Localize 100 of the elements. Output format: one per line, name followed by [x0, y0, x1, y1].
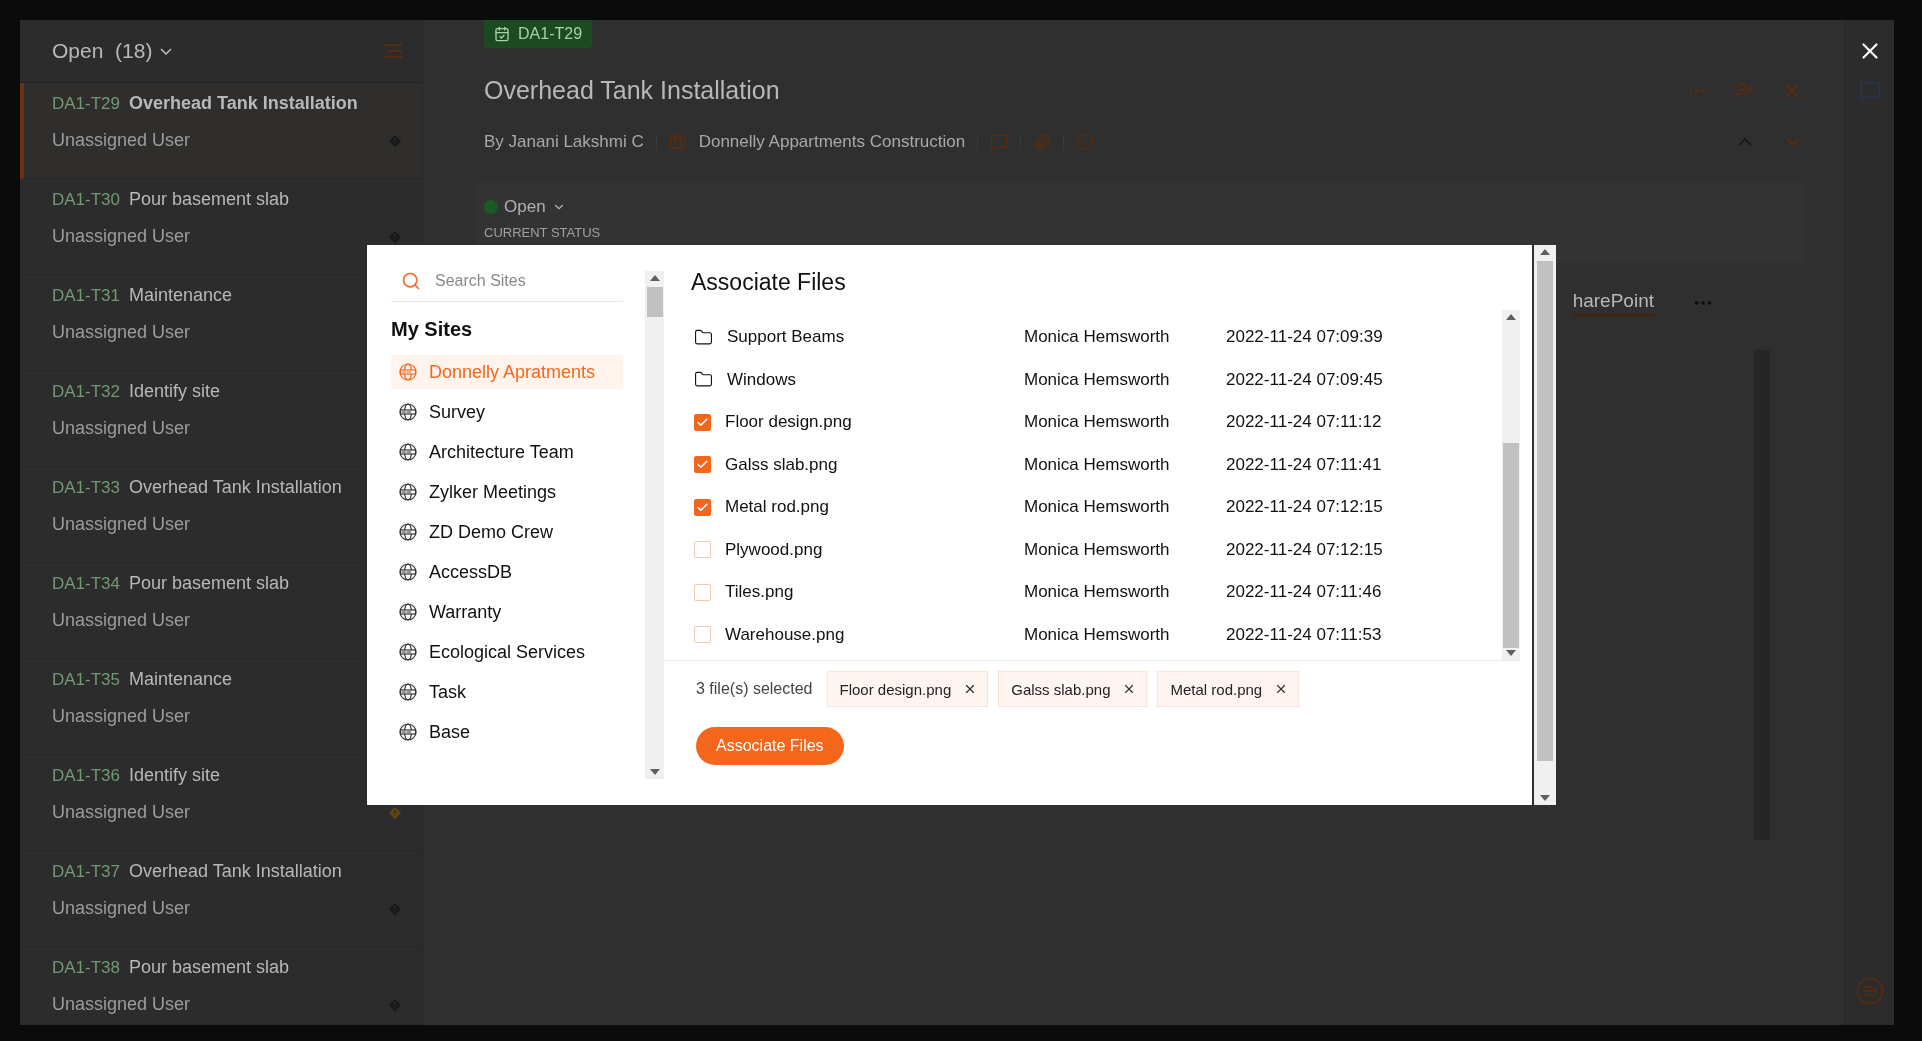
checkbox[interactable] [694, 541, 711, 559]
chevron-down-icon [160, 47, 173, 55]
chat-icon[interactable] [1858, 80, 1881, 102]
task-title: Identify site [129, 765, 221, 786]
calendar-check-icon [494, 26, 510, 42]
file-row[interactable]: Metal rod.png Monica Hemsworth 2022-11-24 07:12:15 [694, 486, 1502, 529]
globe-icon [399, 443, 417, 461]
file-date: 2022-11-24 07:12:15 [1226, 497, 1383, 518]
checkbox[interactable] [694, 498, 711, 516]
task-assignee: Unassigned User [52, 610, 191, 631]
file-owner: Monica Hemsworth [1024, 454, 1171, 475]
file-owner: Monica Hemsworth [1024, 369, 1171, 390]
attachment-icon[interactable] [1033, 133, 1052, 151]
task-title: Overhead Tank Installation [129, 861, 342, 882]
file-owner: Monica Hemsworth [1024, 497, 1171, 518]
status-dropdown[interactable]: Open [484, 197, 1796, 217]
checkbox[interactable] [694, 583, 711, 601]
globe-icon [399, 363, 417, 381]
tab[interactable]: harePoint [1572, 290, 1654, 316]
file-date: 2022-11-24 07:11:53 [1226, 624, 1382, 645]
chip-label: Galss slab.png [1011, 680, 1111, 698]
globe-icon [399, 523, 417, 541]
file-owner: Monica Hemsworth [1024, 412, 1171, 433]
task-id: DA1-T36 [52, 766, 121, 786]
file-row[interactable]: Floor design.png Monica Hemsworth 2022-11-24 07:11:12 [694, 401, 1502, 444]
task-assignee: Unassigned User [52, 130, 191, 151]
globe-icon [399, 683, 417, 701]
status-label: CURRENT STATUS [484, 225, 602, 240]
scrollbar[interactable] [1534, 245, 1556, 805]
task-assignee: Unassigned User [52, 994, 191, 1015]
file-date: 2022-11-24 07:11:46 [1226, 582, 1382, 603]
task-title: Maintenance [129, 669, 233, 690]
file-date: 2022-11-24 07:12:15 [1226, 539, 1383, 560]
file-owner: Monica Hemsworth [1024, 624, 1171, 645]
project-name[interactable]: Donnelly Appartments Construction [698, 132, 966, 152]
task-title: Maintenance [129, 285, 233, 306]
file-date: 2022-11-24 07:11:41 [1226, 454, 1382, 475]
checkbox[interactable] [694, 626, 711, 644]
task-id: DA1-T31 [52, 286, 121, 306]
file-name: Metal rod.png [725, 497, 829, 518]
file-name: Floor design.png [725, 412, 852, 433]
globe-icon [399, 563, 417, 581]
task-assignee: Unassigned User [52, 514, 191, 535]
file-name: Galss slab.png [725, 454, 838, 475]
task-author: By Janani Lakshmi C [484, 132, 644, 152]
task-title: Pour basement slab [129, 189, 290, 210]
search-icon [401, 271, 421, 291]
info-icon[interactable] [1076, 133, 1095, 151]
globe-icon [399, 643, 417, 661]
task-assignee: Unassigned User [52, 418, 191, 439]
globe-icon [399, 403, 417, 421]
file-name: Warehouse.png [725, 624, 845, 645]
file-name: Tiles.png [725, 582, 794, 603]
check-icon [696, 500, 709, 514]
chip-label: Floor design.png [839, 680, 952, 698]
check-icon [696, 415, 709, 429]
dialog-title: Associate Files [691, 269, 847, 296]
task-id: DA1-T32 [52, 382, 121, 402]
globe-icon [399, 723, 417, 741]
task-assignee: Unassigned User [52, 322, 191, 343]
scrollbar[interactable] [645, 271, 664, 779]
selection-count: 3 file(s) selected [696, 680, 813, 698]
file-name: Support Beams [727, 327, 845, 348]
file-row[interactable]: Support Beams Monica Hemsworth 2022-11-24 07:09:39 [694, 316, 1502, 359]
task-assignee: Unassigned User [52, 226, 191, 247]
scrollbar[interactable] [1502, 310, 1520, 660]
task-title: Overhead Tank Installation [129, 93, 358, 114]
globe-icon [399, 603, 417, 621]
task-id: DA1-T34 [52, 574, 121, 594]
task-id: DA1-T29 [52, 94, 121, 114]
file-row[interactable]: Warehouse.png Monica Hemsworth 2022-11-24 07:11:53 [694, 613, 1502, 656]
file-row[interactable]: Tiles.png Monica Hemsworth 2022-11-24 07:11:46 [694, 571, 1502, 614]
file-row[interactable]: Plywood.png Monica Hemsworth 2022-11-24 07:12:15 [694, 528, 1502, 571]
list-icon[interactable] [1855, 977, 1884, 1005]
task-title: Identify site [129, 381, 221, 402]
comment-icon[interactable] [990, 133, 1009, 151]
file-name: Plywood.png [725, 539, 823, 560]
file-date: 2022-11-24 07:09:39 [1226, 327, 1383, 348]
user-add-icon[interactable] [1734, 80, 1754, 101]
task-item[interactable]: DA1-T37 Overhead Tank Installation Unassigned User [20, 851, 422, 947]
task-item[interactable]: DA1-T38 Pour basement slab Unassigned User [20, 947, 422, 1025]
file-date: 2022-11-24 07:09:45 [1226, 369, 1383, 390]
task-item[interactable]: DA1-T29 Overhead Tank Installation Unassigned User [20, 83, 422, 179]
list-filter[interactable]: Open (18) [52, 39, 173, 63]
file-row[interactable]: Galss slab.png Monica Hemsworth 2022-11-24 07:11:41 [694, 443, 1502, 486]
checkbox[interactable] [694, 456, 711, 474]
checkbox[interactable] [694, 413, 711, 431]
task-assignee: Unassigned User [52, 802, 191, 823]
task-id: DA1-T37 [52, 862, 121, 882]
task-id: DA1-T38 [52, 958, 121, 978]
task-assignee: Unassigned User [52, 898, 191, 919]
menu-icon[interactable] [384, 43, 402, 59]
file-owner: Monica Hemsworth [1024, 582, 1171, 603]
chip-label: Metal rod.png [1170, 680, 1263, 698]
task-id: DA1-T33 [52, 478, 121, 498]
task-title: Overhead Tank Installation [129, 477, 342, 498]
task-assignee: Unassigned User [52, 706, 191, 727]
folder-icon [694, 327, 713, 347]
file-row[interactable]: Windows Monica Hemsworth 2022-11-24 07:09:45 [694, 358, 1502, 401]
task-title: Pour basement slab [129, 573, 290, 594]
